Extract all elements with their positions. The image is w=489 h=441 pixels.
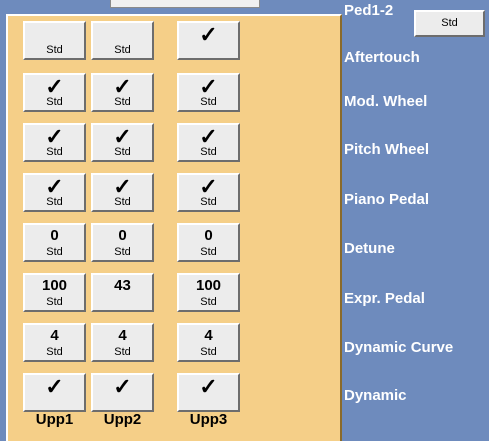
setting-cell[interactable]: ✓ Std (91, 123, 154, 162)
setting-cell[interactable]: ✓ Std (23, 173, 86, 212)
setting-cell[interactable]: 0 Std (177, 223, 240, 262)
row-label: Aftertouch (344, 49, 420, 66)
setting-cell[interactable]: 4 Std (177, 323, 240, 362)
cell-std-label: Std (46, 346, 63, 358)
cell-std-label: Std (200, 296, 217, 308)
cell-std-label: Std (200, 96, 217, 108)
row-label: Pitch Wheel (344, 141, 430, 158)
setting-cell[interactable]: ✓ Std (91, 173, 154, 212)
checkmark-icon: ✓ (199, 374, 218, 399)
cell-value: 0 (118, 227, 127, 244)
setting-cell[interactable]: 100 Std (177, 273, 240, 312)
cell-value: 0 (50, 227, 59, 244)
cell-std-label: Std (46, 146, 63, 158)
cell-std-label: Std (114, 196, 131, 208)
cell-std-label: Std (46, 246, 63, 258)
cell-std-label: Std (46, 96, 63, 108)
top-tab-fragment[interactable] (110, 0, 260, 8)
row-label: Piano Pedal (344, 191, 430, 208)
cell-std-label: Std (46, 196, 63, 208)
cell-std-label: Std (200, 346, 217, 358)
column-label: Upp2 (103, 411, 142, 428)
cell-std-label: Std (200, 246, 217, 258)
cell-std-label: Std (46, 44, 63, 56)
setting-cell[interactable]: 0 Std (23, 223, 86, 262)
cell-std-label: Std (114, 246, 131, 258)
setting-cell[interactable]: ✓ Std (177, 173, 240, 212)
checkmark-icon: ✓ (45, 374, 64, 399)
row-label: Detune (344, 240, 395, 257)
setting-cell[interactable]: ✓ (177, 21, 240, 60)
setting-cell[interactable]: ✓ (177, 373, 240, 412)
cell-value: 43 (114, 277, 131, 294)
setting-cell[interactable]: Std (23, 21, 86, 60)
cell-value: 100 (41, 277, 68, 294)
cell-std-label: Std (200, 196, 217, 208)
setting-cell[interactable]: Std (91, 21, 154, 60)
setting-cell[interactable]: ✓ (91, 373, 154, 412)
cell-std-label: Std (114, 44, 131, 56)
std-tab-button[interactable]: Std (414, 10, 485, 37)
cell-std-label: Std (114, 346, 131, 358)
setting-cell[interactable]: ✓ Std (177, 73, 240, 112)
cell-value: 4 (204, 327, 213, 344)
cell-std-label: Std (114, 146, 131, 158)
setting-cell[interactable]: 0 Std (91, 223, 154, 262)
cell-std-label: Std (46, 296, 63, 308)
setting-cell[interactable]: 4 Std (23, 323, 86, 362)
row-label: Dynamic Curve (344, 339, 454, 356)
row-label: Dynamic (344, 387, 407, 404)
column-label: Upp3 (189, 411, 228, 428)
setting-cell[interactable]: 43 (91, 273, 154, 312)
setting-cell[interactable]: ✓ Std (177, 123, 240, 162)
cell-std-label: Std (114, 96, 131, 108)
checkmark-icon: ✓ (199, 22, 218, 47)
cell-value: 4 (118, 327, 127, 344)
column-label: Upp1 (35, 411, 74, 428)
setting-cell[interactable]: 4 Std (91, 323, 154, 362)
setting-cell[interactable]: ✓ (23, 373, 86, 412)
setting-cell[interactable]: ✓ Std (23, 73, 86, 112)
cell-value: 0 (204, 227, 213, 244)
row-label: Expr. Pedal (344, 290, 425, 307)
cell-value: 4 (50, 327, 59, 344)
setting-cell[interactable]: 100 Std (23, 273, 86, 312)
cell-std-label: Std (200, 146, 217, 158)
cell-value: 100 (195, 277, 222, 294)
setting-cell[interactable]: ✓ Std (23, 123, 86, 162)
row-label: Mod. Wheel (344, 93, 428, 110)
tab-ped1-2[interactable]: Ped1-2 (344, 2, 393, 19)
setting-cell[interactable]: ✓ Std (91, 73, 154, 112)
checkmark-icon: ✓ (113, 374, 132, 399)
